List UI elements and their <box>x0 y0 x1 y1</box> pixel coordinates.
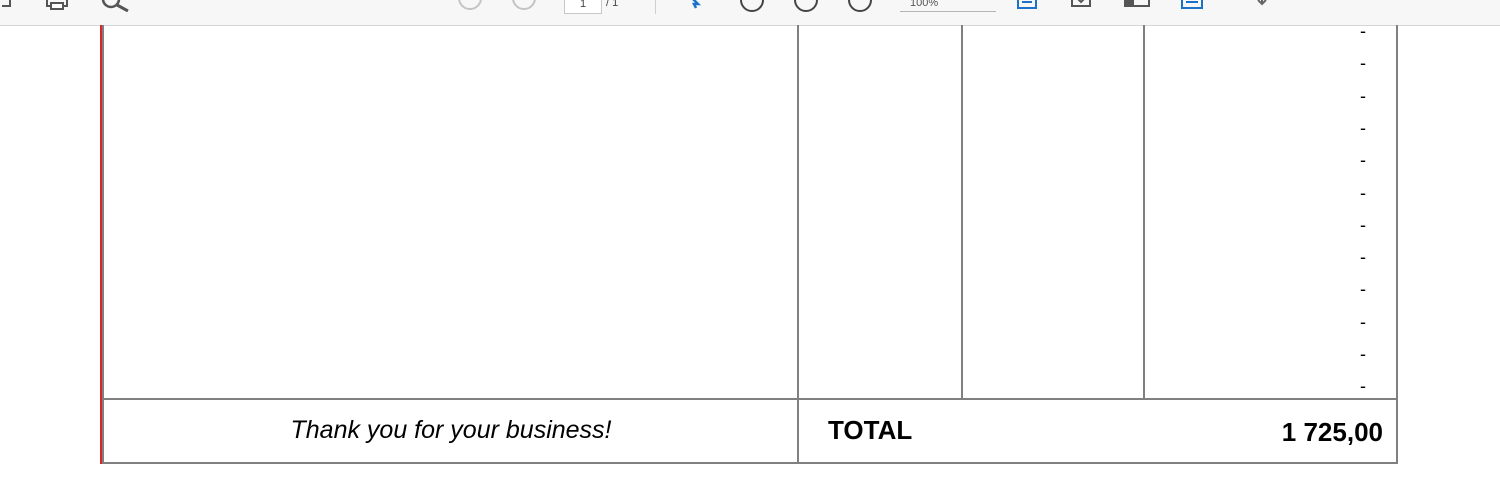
column-divider-3 <box>1143 25 1145 399</box>
zoom-out-icon[interactable] <box>736 0 768 14</box>
amount-cell: - <box>1360 53 1366 74</box>
page-up-icon[interactable] <box>456 0 484 10</box>
amount-cell: - <box>1360 117 1366 138</box>
zoom-in-icon[interactable] <box>790 0 822 14</box>
download-icon[interactable] <box>1068 0 1094 10</box>
footer-note: Thank you for your business! <box>290 416 612 444</box>
zoom-reset-icon[interactable] <box>844 0 876 14</box>
amount-cell: - <box>1360 182 1366 203</box>
table-border-bottom <box>102 462 1398 464</box>
amount-cell: - <box>1360 279 1366 300</box>
column-divider-2 <box>961 25 963 399</box>
page-down-icon[interactable] <box>510 0 538 10</box>
more-icon[interactable] <box>1252 0 1272 10</box>
page-number-input[interactable]: 1 <box>564 0 602 14</box>
search-icon[interactable] <box>100 0 132 12</box>
select-tool-icon[interactable] <box>684 0 706 10</box>
total-value: 1 725,00 <box>1281 417 1383 447</box>
zoom-level-field[interactable]: 100% <box>900 0 996 12</box>
fit-width-icon[interactable] <box>1178 0 1206 12</box>
amount-cell: - <box>1360 376 1366 397</box>
print-icon[interactable] <box>44 0 70 12</box>
pdf-toolbar: 1 / 1 100% <box>0 0 1500 26</box>
amount-cell: - <box>1360 21 1366 41</box>
fit-page-icon[interactable] <box>1014 0 1040 12</box>
amount-cell: - <box>1360 247 1366 268</box>
amount-cell: - <box>1360 214 1366 235</box>
share-icon[interactable] <box>0 0 18 12</box>
amount-cell: - <box>1360 150 1366 171</box>
footer-divider <box>102 398 1398 400</box>
amount-cell: - <box>1360 311 1366 332</box>
page-total-label: / 1 <box>606 0 619 9</box>
toolbar-divider <box>655 0 656 14</box>
sidebar-icon[interactable] <box>1122 0 1152 10</box>
amount-cell: - <box>1360 85 1366 106</box>
total-label: TOTAL <box>828 415 913 445</box>
amount-cell: - <box>1360 344 1366 364</box>
